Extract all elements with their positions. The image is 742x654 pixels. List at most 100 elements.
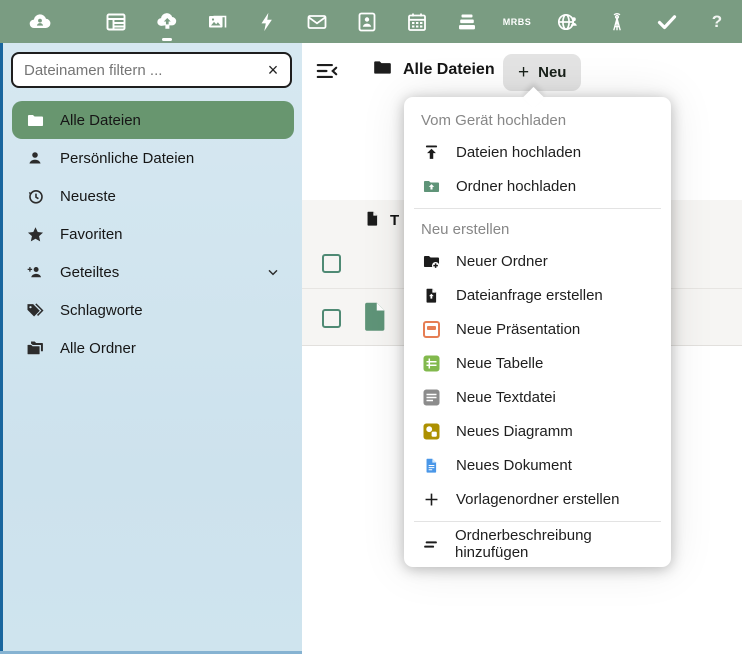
file-type-filter-label: T bbox=[390, 212, 400, 229]
check-icon bbox=[655, 10, 679, 34]
diagram-icon bbox=[421, 423, 441, 440]
menu-item-label: Ordnerbeschreibung hinzufügen bbox=[455, 527, 592, 561]
top-app-bar: MRBS ? bbox=[0, 0, 742, 43]
file-type-filter-chip[interactable]: T bbox=[364, 209, 399, 232]
menu-item-upload-folder[interactable]: Ordner hochladen bbox=[404, 169, 671, 203]
menu-item-label: Neuer Ordner bbox=[456, 252, 548, 270]
deck-app-button[interactable] bbox=[445, 0, 489, 43]
collapse-sidebar-button[interactable] bbox=[314, 58, 340, 87]
chevron-down-icon[interactable] bbox=[265, 264, 281, 280]
new-menu: Vom Gerät hochladen Dateien hochladen Or… bbox=[404, 97, 671, 567]
sidebar-item-shares[interactable]: Geteiltes bbox=[12, 253, 294, 291]
files-upload-icon bbox=[154, 10, 180, 33]
filename-filter-input[interactable] bbox=[13, 61, 256, 79]
active-app-indicator bbox=[162, 38, 172, 41]
sidebar-item-recent[interactable]: Neueste bbox=[12, 177, 294, 215]
help-button[interactable]: ? bbox=[695, 0, 739, 43]
menu-item-add-folder-description[interactable]: Ordnerbeschreibung hinzufügen bbox=[404, 527, 671, 561]
star-icon bbox=[25, 225, 45, 244]
menu-item-label: Ordner hochladen bbox=[456, 177, 577, 195]
help-icon: ? bbox=[711, 11, 723, 31]
calendar-icon bbox=[405, 10, 429, 34]
files-main-area: Alle Dateien + Neu T Vom Gerät hochladen… bbox=[302, 43, 742, 654]
green-document-icon[interactable] bbox=[360, 300, 390, 338]
menu-item-new-folder[interactable]: Neuer Ordner bbox=[404, 244, 671, 278]
sidebar-item-label: Geteiltes bbox=[60, 263, 120, 281]
menu-section-upload: Vom Gerät hochladen bbox=[421, 111, 567, 129]
calendar-app-button[interactable] bbox=[395, 0, 439, 43]
folder-icon bbox=[372, 57, 393, 83]
sidebar-item-personal-files[interactable]: Persönliche Dateien bbox=[12, 139, 294, 177]
tasks-app-button[interactable] bbox=[645, 0, 689, 43]
menu-divider bbox=[414, 208, 661, 209]
photos-app-button[interactable] bbox=[195, 0, 239, 43]
nextcloud-logo-button[interactable] bbox=[18, 0, 62, 43]
tag-icon bbox=[25, 301, 45, 320]
contacts-icon bbox=[355, 10, 379, 34]
mail-app-button[interactable] bbox=[295, 0, 339, 43]
folder-icon bbox=[25, 111, 45, 130]
activity-app-button[interactable] bbox=[245, 0, 289, 43]
text-lines-icon bbox=[421, 535, 440, 554]
document-icon bbox=[421, 456, 441, 475]
dashboard-app-button[interactable] bbox=[94, 0, 138, 43]
menu-item-create-template-folder[interactable]: Vorlagenordner erstellen bbox=[404, 482, 671, 516]
menu-section-create: Neu erstellen bbox=[421, 220, 510, 238]
folder-plus-icon bbox=[421, 252, 441, 271]
mail-icon bbox=[305, 10, 329, 34]
menu-item-file-request[interactable]: Dateianfrage erstellen bbox=[404, 278, 671, 312]
file-upload-icon bbox=[421, 286, 441, 305]
new-button[interactable]: + Neu bbox=[503, 54, 582, 91]
menu-item-new-spreadsheet[interactable]: Neue Tabelle bbox=[404, 346, 671, 380]
menu-item-label: Vorlagenordner erstellen bbox=[456, 490, 620, 508]
plus-icon: + bbox=[518, 62, 530, 83]
menu-item-label: Neues Diagramm bbox=[456, 422, 573, 440]
sidebar-item-label: Alle Ordner bbox=[60, 339, 136, 357]
sidebar-item-label: Alle Dateien bbox=[60, 111, 141, 129]
nextcloud-logo-icon bbox=[24, 10, 56, 34]
antenna-app-button[interactable] bbox=[595, 0, 639, 43]
history-icon bbox=[25, 187, 45, 206]
account-plus-icon bbox=[25, 263, 45, 281]
breadcrumb-title: Alle Dateien bbox=[403, 61, 495, 78]
breadcrumb[interactable]: Alle Dateien bbox=[372, 57, 495, 83]
menu-item-new-presentation[interactable]: Neue Präsentation bbox=[404, 312, 671, 346]
globe-user-icon bbox=[555, 10, 580, 34]
sidebar-item-favorites[interactable]: Favoriten bbox=[12, 215, 294, 253]
antenna-icon bbox=[606, 10, 628, 34]
menu-item-label: Neue Textdatei bbox=[456, 388, 556, 406]
menu-item-new-diagram[interactable]: Neues Diagramm bbox=[404, 414, 671, 448]
menu-item-upload-files[interactable]: Dateien hochladen bbox=[404, 135, 671, 169]
new-button-label: Neu bbox=[538, 64, 567, 81]
files-sidebar: × Alle Dateien Persönliche Dateien Neues… bbox=[0, 43, 302, 654]
intranet-app-button[interactable] bbox=[545, 0, 589, 43]
menu-item-label: Neue Tabelle bbox=[456, 354, 544, 372]
sidebar-item-tags[interactable]: Schlagworte bbox=[12, 291, 294, 329]
menu-item-label: Neue Präsentation bbox=[456, 320, 581, 338]
mrbs-app-label: MRBS bbox=[502, 16, 532, 27]
photos-icon bbox=[205, 10, 229, 34]
presentation-icon bbox=[421, 320, 441, 338]
select-all-checkbox[interactable] bbox=[322, 254, 341, 273]
spreadsheet-icon bbox=[421, 355, 441, 372]
mrbs-app-button[interactable]: MRBS bbox=[495, 0, 539, 43]
menu-item-label: Dateianfrage erstellen bbox=[456, 286, 603, 304]
menu-item-label: Neues Dokument bbox=[456, 456, 572, 474]
menu-item-new-textfile[interactable]: Neue Textdatei bbox=[404, 380, 671, 414]
sidebar-item-label: Schlagworte bbox=[60, 301, 143, 319]
textfile-icon bbox=[421, 389, 441, 406]
files-app-button[interactable] bbox=[145, 0, 189, 43]
dashboard-icon bbox=[104, 10, 128, 34]
row-checkbox[interactable] bbox=[322, 309, 341, 328]
sidebar-item-label: Persönliche Dateien bbox=[60, 149, 195, 167]
contacts-app-button[interactable] bbox=[345, 0, 389, 43]
sidebar-item-all-folders[interactable]: Alle Ordner bbox=[12, 329, 294, 367]
person-icon bbox=[25, 149, 45, 167]
clear-filter-button[interactable]: × bbox=[256, 55, 290, 85]
sidebar-item-label: Favoriten bbox=[60, 225, 123, 243]
sidebar-item-all-files[interactable]: Alle Dateien bbox=[12, 101, 294, 139]
deck-icon bbox=[455, 10, 479, 34]
menu-item-new-document[interactable]: Neues Dokument bbox=[404, 448, 671, 482]
sidebar-item-label: Neueste bbox=[60, 187, 116, 205]
file-icon bbox=[364, 209, 381, 232]
